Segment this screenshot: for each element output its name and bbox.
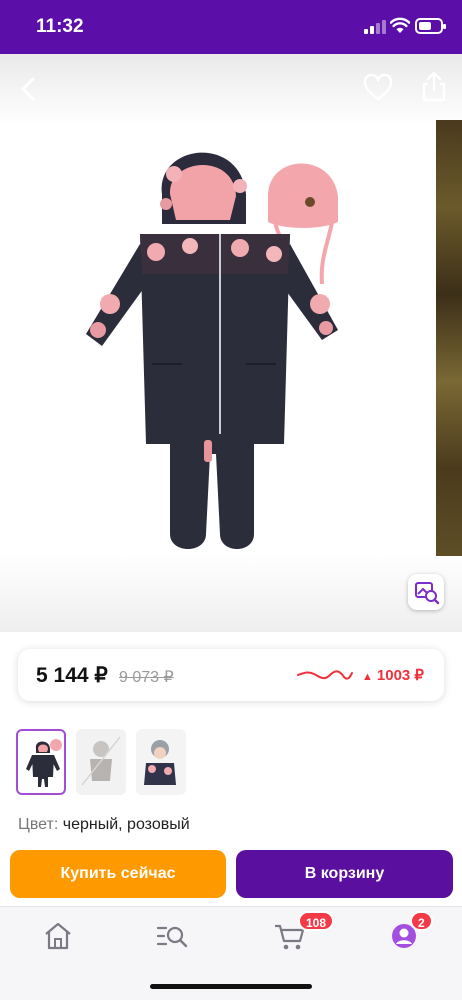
thumbnail-1[interactable] bbox=[16, 729, 66, 795]
battery-icon bbox=[415, 18, 446, 34]
price-delta-value: 1003 ₽ bbox=[376, 667, 424, 684]
wifi-icon bbox=[390, 17, 410, 33]
color-value: черный, розовый bbox=[62, 816, 190, 833]
share-icon[interactable] bbox=[418, 70, 450, 104]
status-time: 11:32 bbox=[36, 16, 84, 37]
add-to-cart-button[interactable]: В корзину bbox=[236, 850, 453, 898]
cart-badge: 108 bbox=[298, 911, 335, 931]
home-indicator bbox=[150, 984, 312, 989]
color-info: Цвет: черный, розовый bbox=[18, 816, 190, 834]
home-icon[interactable] bbox=[38, 919, 78, 953]
profile-badge: 2 bbox=[410, 911, 433, 931]
product-photo bbox=[86, 152, 338, 549]
price-old: 9 073 ₽ bbox=[119, 669, 174, 686]
price-delta: ▲ 1003 ₽ bbox=[362, 666, 424, 684]
thumbnail-strip bbox=[16, 729, 446, 797]
back-icon[interactable] bbox=[12, 72, 46, 106]
visual-search-icon[interactable] bbox=[408, 574, 444, 610]
thumbnail-2[interactable] bbox=[76, 729, 126, 795]
thumbnail-3[interactable] bbox=[136, 729, 186, 795]
cart-tab[interactable]: 108 bbox=[270, 911, 335, 953]
arrow-up-icon: ▲ bbox=[362, 671, 373, 683]
price-trend-icon bbox=[297, 670, 353, 680]
status-bar: 11:32 bbox=[0, 0, 462, 54]
catalog-search-icon[interactable] bbox=[152, 919, 192, 953]
product-gallery[interactable] bbox=[0, 54, 462, 632]
signal-icon bbox=[364, 20, 386, 34]
next-photo-preview[interactable] bbox=[436, 120, 462, 556]
action-bar: Купить сейчас В корзину bbox=[0, 848, 462, 906]
product-screen: 11:32 5 144 ₽ 9 073 ₽ ▲ 1003 ₽ Цвет: чер… bbox=[0, 0, 462, 1000]
price-card[interactable]: 5 144 ₽ 9 073 ₽ ▲ 1003 ₽ bbox=[18, 649, 444, 701]
price-current: 5 144 ₽ bbox=[36, 664, 108, 687]
color-label: Цвет: bbox=[18, 816, 59, 833]
buy-now-button[interactable]: Купить сейчас bbox=[10, 850, 226, 898]
profile-tab[interactable]: 2 bbox=[384, 911, 433, 953]
heart-icon[interactable] bbox=[362, 72, 394, 104]
